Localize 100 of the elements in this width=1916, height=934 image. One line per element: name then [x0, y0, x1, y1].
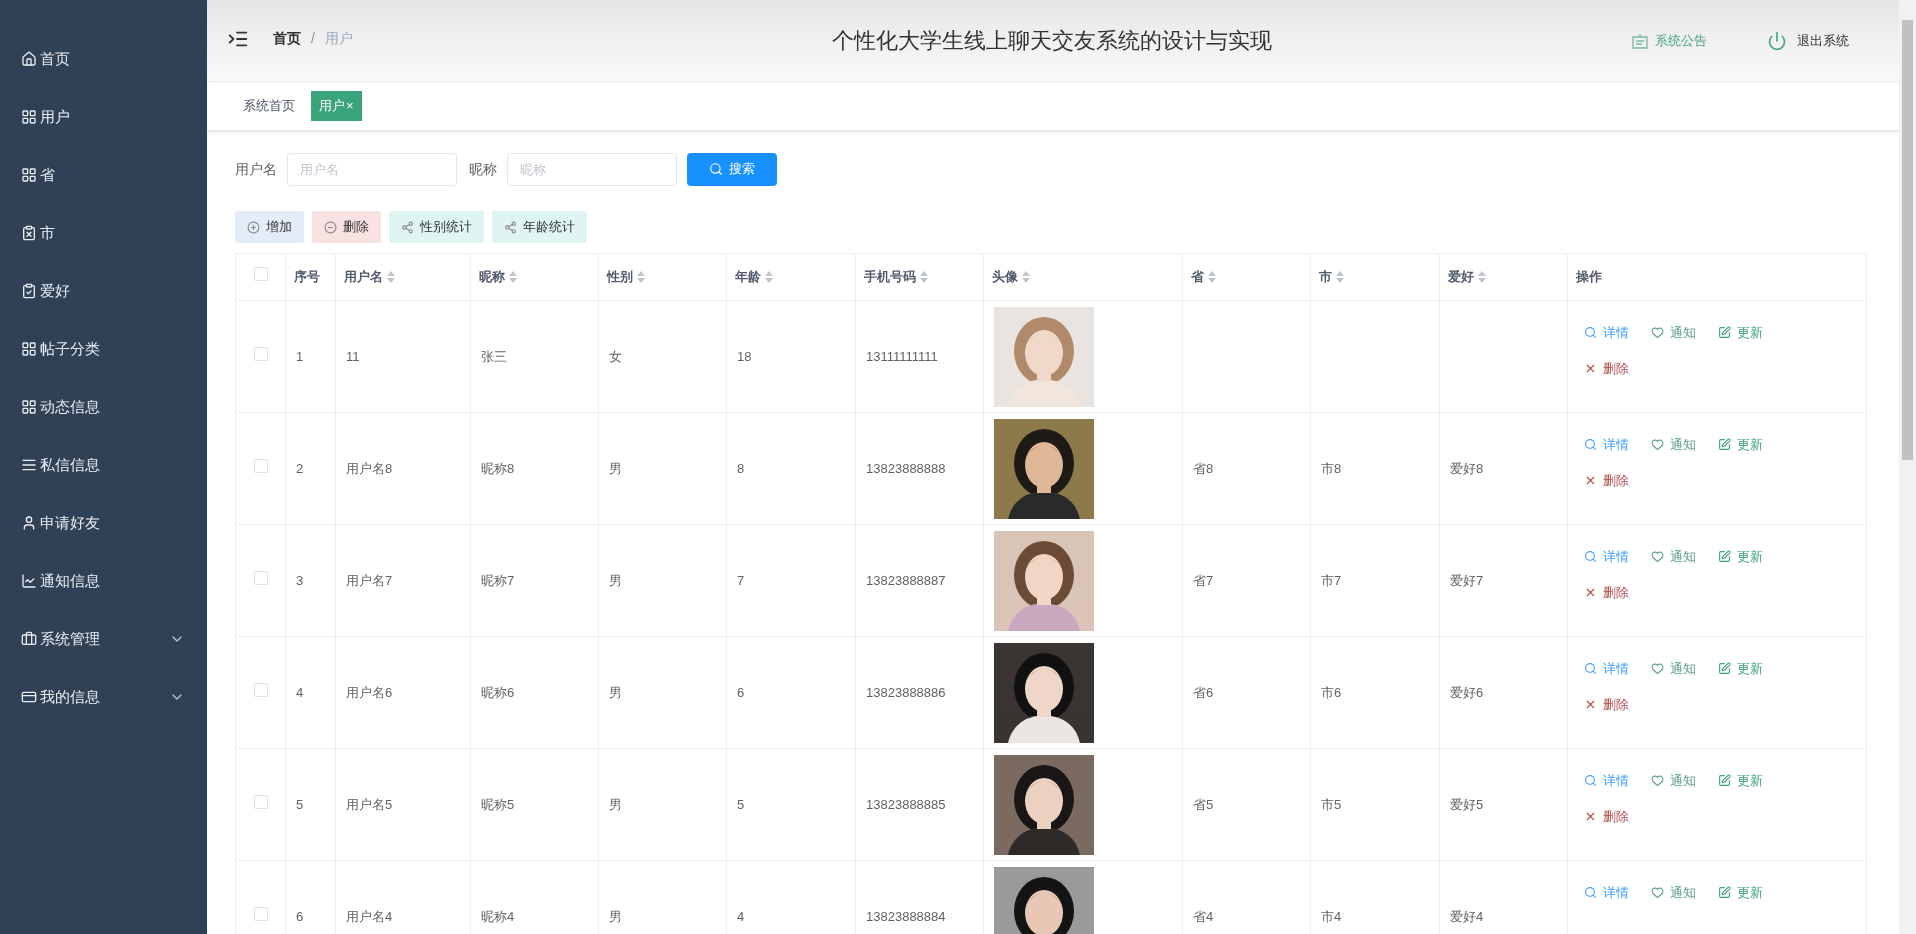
- checkbox[interactable]: [253, 794, 268, 809]
- sort-icon[interactable]: [765, 271, 773, 283]
- table-cell: 13823888887: [855, 524, 984, 637]
- column-header[interactable]: 昵称: [470, 253, 599, 301]
- sidebar-item[interactable]: 系统管理: [0, 610, 207, 668]
- sidebar-item[interactable]: 动态信息: [0, 378, 207, 436]
- action-link[interactable]: 删除: [1584, 806, 1629, 826]
- table-cell: 昵称7: [470, 524, 599, 637]
- checkbox[interactable]: [253, 906, 268, 921]
- table-cell: 昵称6: [470, 636, 599, 749]
- table-cell: 爱好6: [1439, 636, 1568, 749]
- breadcrumb-item[interactable]: 首页: [273, 28, 301, 49]
- share-icon: [401, 220, 414, 234]
- checkbox[interactable]: [253, 570, 268, 585]
- table-cell: 2: [285, 412, 336, 525]
- breadcrumb-item: 用户: [324, 29, 353, 48]
- toolbar-button[interactable]: 删除: [312, 211, 381, 243]
- action-link[interactable]: 通知: [1651, 323, 1696, 343]
- sidebar-item[interactable]: 用户: [0, 88, 207, 146]
- column-header[interactable]: 年龄: [726, 253, 856, 301]
- minus-icon: [324, 220, 337, 234]
- action-link[interactable]: 通知: [1651, 547, 1696, 567]
- table-cell: 7: [726, 524, 856, 637]
- action-link[interactable]: 通知: [1651, 883, 1696, 903]
- logout-button[interactable]: 退出系统: [1767, 30, 1849, 51]
- edit-icon: [1718, 886, 1731, 900]
- sidebar-item[interactable]: 省: [0, 146, 207, 204]
- table-cell: 市8: [1310, 412, 1440, 525]
- table-cell: 用户名8: [335, 412, 471, 525]
- sort-icon[interactable]: [509, 271, 517, 283]
- table-cell: 昵称5: [470, 748, 599, 861]
- search-icon: [709, 162, 723, 176]
- sidebar-item[interactable]: 首页: [0, 30, 207, 88]
- input-field[interactable]: 昵称: [507, 152, 677, 186]
- action-link[interactable]: 删除: [1584, 582, 1629, 602]
- field-label: 用户名: [235, 159, 277, 179]
- sidebar-item[interactable]: 通知信息: [0, 552, 207, 610]
- checkbox[interactable]: [253, 682, 268, 697]
- sidebar-item[interactable]: 帖子分类: [0, 320, 207, 378]
- column-header[interactable]: 市: [1310, 253, 1440, 301]
- table-cell: 爱好5: [1439, 748, 1568, 861]
- edit-icon: [1718, 774, 1731, 788]
- notice-icon: [1631, 32, 1649, 49]
- table-cell: 爱好7: [1439, 524, 1568, 637]
- table-cell: 男: [598, 636, 727, 749]
- table-cell: 昵称8: [470, 412, 599, 525]
- column-header: 操作: [1567, 253, 1867, 301]
- table-cell: 18: [726, 300, 856, 413]
- sort-icon[interactable]: [637, 271, 645, 283]
- briefcase-icon: [21, 631, 37, 647]
- column-header[interactable]: 爱好: [1439, 253, 1568, 301]
- toolbar-button[interactable]: 性别统计: [389, 211, 484, 243]
- action-link[interactable]: 通知: [1651, 435, 1696, 455]
- grid-icon: [21, 109, 37, 125]
- column-header[interactable]: 用户名: [335, 253, 471, 301]
- page-tab[interactable]: 系统首页: [235, 91, 303, 121]
- toolbar-button[interactable]: 年龄统计: [492, 211, 587, 243]
- sidebar-item[interactable]: 市: [0, 204, 207, 262]
- column-header[interactable]: 性别: [598, 253, 727, 301]
- table-cell: 用户名6: [335, 636, 471, 749]
- heart-icon: [1651, 326, 1664, 340]
- checkbox[interactable]: [253, 346, 268, 361]
- edit-icon: [1718, 438, 1731, 452]
- breadcrumb-separator: /: [311, 29, 315, 48]
- table-cell: 用户名7: [335, 524, 471, 637]
- column-header[interactable]: 省: [1182, 253, 1311, 301]
- action-link[interactable]: 通知: [1651, 659, 1696, 679]
- table-cell: 8: [726, 412, 856, 525]
- search-icon: [1584, 550, 1597, 564]
- column-header[interactable]: 头像: [983, 253, 1183, 301]
- input-field[interactable]: 用户名: [287, 152, 457, 186]
- sort-icon[interactable]: [1022, 271, 1030, 283]
- checkbox[interactable]: [253, 267, 268, 282]
- sidebar-item[interactable]: 私信信息: [0, 436, 207, 494]
- action-link[interactable]: 删除: [1584, 358, 1629, 378]
- sidebar-item[interactable]: 申请好友: [0, 494, 207, 552]
- table-cell: 省7: [1182, 524, 1311, 637]
- sort-icon[interactable]: [1336, 271, 1344, 283]
- card-icon: [21, 689, 37, 705]
- action-link[interactable]: 通知: [1651, 771, 1696, 791]
- sort-icon[interactable]: [920, 271, 928, 283]
- grid-icon: [21, 399, 37, 415]
- sidebar-item[interactable]: 爱好: [0, 262, 207, 320]
- column-header[interactable]: 手机号码: [855, 253, 984, 301]
- house-icon: [21, 51, 37, 67]
- table-cell: 13823888886: [855, 636, 984, 749]
- sort-icon[interactable]: [1478, 271, 1486, 283]
- sidebar-item[interactable]: 我的信息: [0, 668, 207, 726]
- table-cell: 男: [598, 748, 727, 861]
- table-cell: 市5: [1310, 748, 1440, 861]
- action-link[interactable]: 删除: [1584, 470, 1629, 490]
- sort-icon[interactable]: [1208, 271, 1216, 283]
- table-cell: 张三: [470, 300, 599, 413]
- checkbox[interactable]: [253, 458, 268, 473]
- table-cell: 1: [285, 300, 336, 413]
- action-link[interactable]: 删除: [1584, 694, 1629, 714]
- toolbar-button[interactable]: 增加: [235, 211, 304, 243]
- table-cell: 男: [598, 412, 727, 525]
- sort-icon[interactable]: [387, 271, 395, 283]
- plus-icon: [247, 220, 260, 234]
